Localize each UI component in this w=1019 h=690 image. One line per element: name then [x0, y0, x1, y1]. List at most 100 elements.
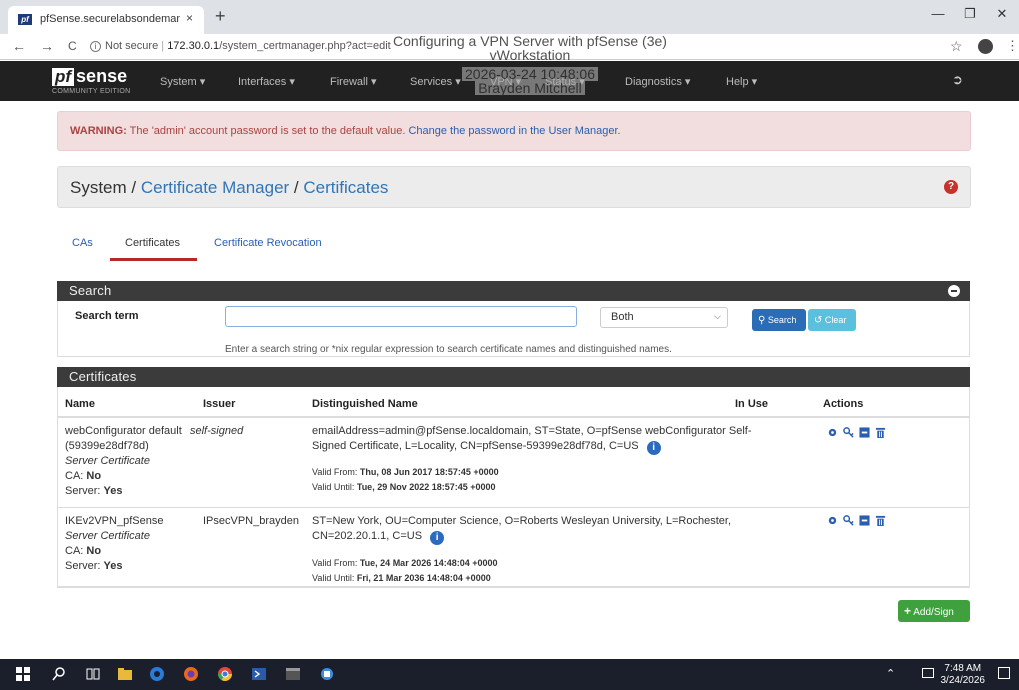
clear-button[interactable]: ↺ Clear	[808, 309, 856, 331]
tray-chevron-icon[interactable]: ⌃	[886, 667, 895, 680]
cert-dn-line2: Signed Certificate, L=Locality, CN=pfSen…	[312, 440, 639, 452]
change-password-link[interactable]: Change the password in the User Manager.	[408, 125, 620, 137]
key-icon[interactable]	[843, 514, 854, 526]
clock-date: 3/24/2026	[940, 675, 986, 686]
menu-status[interactable]: Status ▾	[545, 75, 585, 88]
pfsense-logo[interactable]: pf sense COMMUNITY EDITION	[52, 66, 130, 95]
back-arrow-icon[interactable]: ←	[12, 38, 26, 54]
firefox-icon[interactable]	[182, 665, 200, 683]
edge-icon[interactable]	[148, 665, 166, 683]
file-explorer-icon[interactable]	[116, 665, 134, 683]
gear-icon[interactable]	[827, 427, 838, 438]
notification-icon[interactable]	[998, 667, 1010, 679]
trash-icon[interactable]	[875, 427, 886, 438]
search-panel-title: Search	[69, 283, 112, 298]
search-panel-header: Search	[57, 281, 970, 301]
search-icon[interactable]	[50, 665, 68, 683]
tab-close-icon[interactable]: ×	[186, 11, 193, 25]
col-actions: Actions	[823, 398, 864, 410]
logo-sense: sense	[76, 66, 128, 86]
menu-interfaces[interactable]: Interfaces ▾	[238, 75, 295, 88]
logo-pf: pf	[52, 68, 75, 86]
browser-tab-bar: pf pfSense.securelabsondemand.co × + — ❐…	[0, 0, 1019, 34]
valid-until: Tue, 29 Nov 2022 18:57:45 +0000	[356, 482, 496, 492]
clock-time: 7:48 AM	[944, 663, 982, 674]
restore-icon[interactable]: ❐	[958, 6, 982, 22]
clear-button-label: Clear	[824, 315, 847, 325]
table-row: webConfigurator default (59399e28df78d) …	[57, 420, 970, 508]
minimize-icon[interactable]: —	[926, 6, 950, 21]
server-label: Server:	[65, 485, 101, 497]
cert-dn-line1: ST=New York, OU=Computer Science, O=Robe…	[312, 515, 731, 527]
forward-arrow-icon[interactable]: →	[40, 38, 54, 54]
more-options-icon[interactable]: ⋮	[1006, 38, 1019, 54]
trash-icon[interactable]	[875, 515, 886, 526]
gear-icon[interactable]	[827, 515, 838, 526]
powershell-icon[interactable]	[250, 665, 268, 683]
chrome-icon[interactable]	[216, 665, 234, 683]
menu-services[interactable]: Services ▾	[410, 75, 461, 88]
window-close-icon[interactable]: ✕	[990, 6, 1014, 22]
remote-app-icon[interactable]	[318, 665, 336, 683]
tab-cas[interactable]: CAs	[72, 237, 93, 249]
info-icon[interactable]: i	[430, 531, 445, 545]
windows-start-icon[interactable]	[14, 665, 32, 683]
cert-refid: (59399e28df78d)	[65, 440, 149, 452]
menu-diagnostics[interactable]: Diagnostics ▾	[625, 75, 690, 88]
tab-certificates[interactable]: Certificates	[125, 237, 180, 249]
search-term-label: Search term	[75, 310, 139, 322]
breadcrumb-certificates[interactable]: Certificates	[303, 178, 388, 197]
warning-label: WARNING:	[70, 125, 127, 137]
help-icon[interactable]: ?	[944, 180, 958, 194]
address-bar: ← → C i Not secure | 172.30.0.1/system_ce…	[0, 34, 1019, 60]
undo-icon: ↺	[814, 315, 823, 326]
cert-type: Server Certificate	[65, 530, 150, 542]
export-icon[interactable]	[859, 515, 870, 526]
new-tab-button[interactable]: +	[215, 6, 226, 27]
col-name: Name	[65, 398, 95, 410]
info-icon[interactable]: i	[646, 441, 661, 455]
profile-icon[interactable]	[978, 39, 993, 54]
col-in-use: In Use	[735, 398, 769, 410]
reload-icon[interactable]: C	[68, 39, 77, 53]
network-icon[interactable]	[922, 668, 934, 678]
info-circle-icon[interactable]: i	[90, 41, 101, 52]
cert-issuer: self-signed	[190, 425, 244, 437]
plus-icon: +	[904, 604, 912, 618]
browser-tab[interactable]: pf pfSense.securelabsondemand.co ×	[8, 6, 204, 34]
windows-taskbar: ⌃ 7:48 AM 3/24/2026	[0, 659, 1019, 690]
breadcrumb-certificate-manager[interactable]: Certificate Manager	[141, 178, 289, 197]
chevron-down-icon: ⌵	[714, 311, 721, 321]
tab-title: pfSense.securelabsondemand.co	[40, 13, 180, 25]
menu-help[interactable]: Help ▾	[726, 75, 757, 88]
table-row: IKEv2VPN_pfSense Server Certificate CA: …	[57, 508, 970, 588]
valid-from-label: Valid From:	[312, 467, 360, 477]
bookmark-star-icon[interactable]: ☆	[950, 38, 963, 55]
add-sign-button[interactable]: + Add/Sign	[898, 600, 970, 622]
breadcrumb-sep: /	[289, 178, 304, 197]
export-icon[interactable]	[859, 427, 870, 438]
menu-firewall[interactable]: Firewall ▾	[330, 75, 376, 88]
logout-icon[interactable]: ➲	[952, 72, 963, 88]
table-header: Name Issuer Distinguished Name In Use Ac…	[57, 390, 970, 418]
terminal-icon[interactable]	[284, 665, 302, 683]
cert-issuer: IPsecVPN_brayden	[203, 515, 299, 527]
col-issuer: Issuer	[203, 398, 236, 410]
menu-vpn[interactable]: VPN ▾	[490, 75, 521, 88]
url-path: /system_certmanager.php?act=edit	[219, 40, 391, 52]
menu-system[interactable]: System ▾	[160, 75, 205, 88]
search-icon: ⚲	[758, 315, 766, 326]
search-button[interactable]: ⚲ Search	[752, 309, 806, 331]
pfsense-navbar: pf sense COMMUNITY EDITION System ▾ Inter…	[0, 61, 1019, 101]
server-label: Server:	[65, 560, 101, 572]
url-host: 172.30.0.1	[167, 40, 220, 52]
key-icon[interactable]	[843, 426, 854, 438]
valid-from-label: Valid From:	[312, 558, 360, 568]
tab-certificate-revocation[interactable]: Certificate Revocation	[214, 237, 322, 249]
collapse-icon[interactable]	[948, 285, 960, 297]
url-field[interactable]: i Not secure | 172.30.0.1/system_certmana…	[90, 40, 391, 52]
search-input[interactable]	[225, 306, 577, 327]
system-clock[interactable]: 7:48 AM 3/24/2026	[941, 663, 986, 687]
search-scope-select[interactable]: Both ⌵	[600, 307, 728, 328]
task-view-icon[interactable]	[84, 665, 102, 683]
